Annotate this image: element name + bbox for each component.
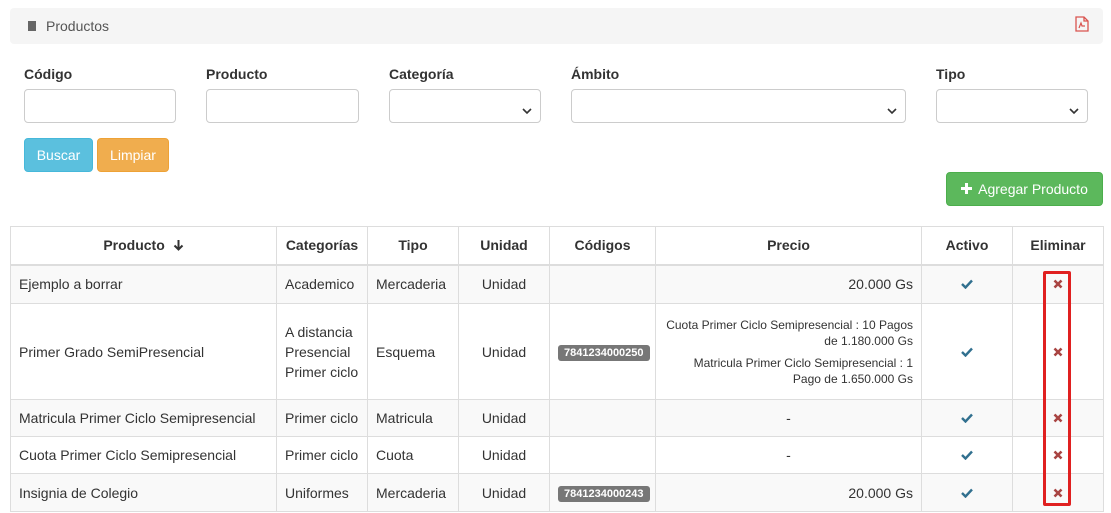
table-row: Cuota Primer Ciclo Semipresencial Primer… <box>10 436 1104 474</box>
delete-x-icon[interactable] <box>1053 276 1063 292</box>
cell-categorias: Uniformes <box>276 473 368 512</box>
cell-producto: Cuota Primer Ciclo Semipresencial <box>10 436 277 474</box>
table-row: Ejemplo a borrar Academico Mercaderia Un… <box>10 264 1104 304</box>
delete-x-icon[interactable] <box>1053 485 1063 501</box>
cell-categorias: A distancia Presencial Primer ciclo <box>276 303 368 400</box>
cell-tipo: Matricula <box>367 399 459 437</box>
codigo-input[interactable] <box>24 89 176 123</box>
plus-icon <box>961 181 978 197</box>
check-icon <box>961 276 973 292</box>
col-unidad-header[interactable]: Unidad <box>458 226 550 266</box>
cell-categorias: Primer ciclo <box>276 399 368 437</box>
col-codigos-header[interactable]: Códigos <box>549 226 656 266</box>
cell-precio: 20.000 Gs <box>655 264 922 304</box>
cell-precio: - <box>655 436 922 474</box>
table-row: Primer Grado SemiPresencial A distancia … <box>10 303 1104 400</box>
categoria-select[interactable] <box>389 89 541 123</box>
cell-precio: Cuota Primer Ciclo Semipresencial : 10 P… <box>655 303 922 400</box>
col-producto-header[interactable]: Producto <box>10 226 277 266</box>
cell-unidad: Unidad <box>458 399 550 437</box>
chevron-down-icon <box>522 102 532 118</box>
delete-x-icon[interactable] <box>1053 447 1063 463</box>
col-precio-header[interactable]: Precio <box>655 226 922 266</box>
book-icon <box>26 19 38 35</box>
cell-unidad: Unidad <box>458 473 550 512</box>
cell-unidad: Unidad <box>458 264 550 304</box>
cell-categorias: Academico <box>276 264 368 304</box>
check-icon <box>961 344 973 360</box>
cell-codigos <box>549 436 656 474</box>
codigo-label: Código <box>24 66 73 82</box>
cell-activo <box>921 436 1013 474</box>
header-panel: Productos <box>10 8 1103 44</box>
chevron-down-icon <box>1069 102 1079 118</box>
producto-label: Producto <box>206 66 268 82</box>
cell-activo <box>921 264 1013 304</box>
col-tipo-header[interactable]: Tipo <box>367 226 459 266</box>
delete-x-icon[interactable] <box>1053 410 1063 426</box>
cell-categorias: Primer ciclo <box>276 436 368 474</box>
table-row: Insignia de Colegio Uniformes Mercaderia… <box>10 473 1104 512</box>
cell-activo <box>921 473 1013 512</box>
sort-down-arrow-icon <box>169 237 184 253</box>
limpiar-button[interactable]: Limpiar <box>97 138 169 172</box>
cell-eliminar <box>1012 264 1104 304</box>
cell-tipo: Mercaderia <box>367 264 459 304</box>
cell-precio: 20.000 Gs <box>655 473 922 512</box>
cell-producto: Matricula Primer Ciclo Semipresencial <box>10 399 277 437</box>
check-icon <box>961 410 973 426</box>
producto-input[interactable] <box>206 89 359 123</box>
cell-eliminar <box>1012 303 1104 400</box>
cell-codigos <box>549 399 656 437</box>
categoria-label: Categoría <box>389 66 454 82</box>
page-title: Productos <box>46 18 110 34</box>
ambito-label: Ámbito <box>571 66 620 82</box>
cell-unidad: Unidad <box>458 303 550 400</box>
agregar-producto-label: Agregar Producto <box>978 181 1088 197</box>
col-activo-header[interactable]: Activo <box>921 226 1013 266</box>
col-categorias-header[interactable]: Categorías <box>276 226 368 266</box>
cell-precio: - <box>655 399 922 437</box>
cell-activo <box>921 399 1013 437</box>
cell-activo <box>921 303 1013 400</box>
cell-tipo: Esquema <box>367 303 459 400</box>
cell-eliminar <box>1012 436 1104 474</box>
cell-producto: Ejemplo a borrar <box>10 264 277 304</box>
cell-tipo: Mercaderia <box>367 473 459 512</box>
cell-eliminar <box>1012 473 1104 512</box>
chevron-down-icon <box>887 102 897 118</box>
cell-codigos: 7841234000250 <box>549 303 656 400</box>
cell-codigos: 7841234000243 <box>549 473 656 512</box>
table-row: Matricula Primer Ciclo Semipresencial Pr… <box>10 399 1104 437</box>
cell-producto: Insignia de Colegio <box>10 473 277 512</box>
cell-codigos <box>549 264 656 304</box>
check-icon <box>961 447 973 463</box>
pdf-icon[interactable] <box>1075 16 1089 35</box>
cell-producto: Primer Grado SemiPresencial <box>10 303 277 400</box>
buscar-button[interactable]: Buscar <box>24 138 93 172</box>
cell-tipo: Cuota <box>367 436 459 474</box>
barcode-badge: 7841234000243 <box>558 485 650 502</box>
delete-x-icon[interactable] <box>1053 344 1063 360</box>
agregar-producto-button[interactable]: Agregar Producto <box>946 172 1103 206</box>
cell-unidad: Unidad <box>458 436 550 474</box>
products-table: Producto Categorías Tipo Unidad Códigos … <box>10 226 1104 512</box>
barcode-badge: 7841234000250 <box>558 344 650 361</box>
ambito-select[interactable] <box>571 89 906 123</box>
tipo-select[interactable] <box>936 89 1088 123</box>
col-eliminar-header[interactable]: Eliminar <box>1012 226 1104 266</box>
tipo-label: Tipo <box>936 66 966 82</box>
check-icon <box>961 485 973 501</box>
cell-eliminar <box>1012 399 1104 437</box>
